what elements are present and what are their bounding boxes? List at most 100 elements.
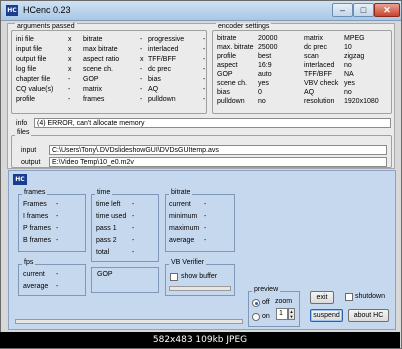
gop-label: GOP (97, 271, 113, 278)
suspend-button[interactable]: suspend (310, 309, 343, 322)
field-value: 16:9 (258, 62, 272, 69)
field-label: AQ (304, 89, 315, 96)
field-value: - (132, 249, 135, 256)
field-value: - (56, 225, 59, 232)
field-label: B frames (23, 237, 52, 244)
field-label: bias (217, 89, 230, 96)
field-value: - (56, 201, 59, 208)
field-label: bitrate (217, 35, 237, 42)
field-label: resolution (304, 98, 335, 105)
field-value: yes (344, 80, 355, 87)
field-value: - (140, 46, 143, 53)
field-value: NA (344, 71, 354, 78)
field-label: matrix (304, 35, 324, 42)
preview-on-radio[interactable] (252, 313, 260, 321)
about-hc-button[interactable]: about HC (348, 309, 389, 322)
field-value: no (344, 62, 352, 69)
field-label: average (23, 283, 49, 290)
encoder-title: encoder settings (216, 23, 272, 30)
field-label: frames (83, 96, 105, 103)
field-label: current (169, 201, 191, 208)
show-buffer-label: show buffer (181, 273, 218, 280)
input-file-field: C:\Users\Tony\.DVDslideshowGUI\DVDsGUIte… (49, 145, 387, 155)
maximize-button[interactable]: □ (353, 3, 374, 17)
field-label: ini file (16, 36, 34, 43)
input-label: input (21, 147, 37, 154)
field-value: - (203, 86, 206, 93)
field-value: - (140, 66, 143, 73)
field-label: pulldown (217, 98, 245, 105)
field-label: maximum (169, 225, 200, 232)
encode-progress-bar (15, 319, 243, 324)
show-buffer-checkbox[interactable] (170, 273, 178, 281)
field-value: - (68, 96, 71, 103)
field-label: progressive (148, 36, 185, 43)
field-label: average (169, 237, 195, 244)
bitrate-title: bitrate (169, 189, 193, 196)
field-label: dc prec (304, 44, 327, 51)
vb-verifier-title: VB Verifier (169, 259, 207, 266)
field-value: x (140, 56, 144, 63)
field-label: interlaced (304, 62, 335, 69)
field-label: pass 1 (96, 225, 117, 232)
field-value: - (203, 76, 206, 83)
files-title: files (15, 129, 32, 136)
preview-off-radio[interactable] (252, 299, 260, 307)
field-value: 10 (344, 44, 352, 51)
field-value: 25000 (258, 44, 278, 51)
field-value: - (140, 86, 143, 93)
field-label: GOP (217, 71, 233, 78)
field-label: minimum (169, 213, 198, 220)
field-value: MPEG (344, 35, 365, 42)
field-value: - (68, 76, 71, 83)
field-label: Frames (23, 201, 47, 208)
field-label: P frames (23, 225, 51, 232)
preview-on-label: on (262, 313, 270, 320)
field-value: no (344, 89, 352, 96)
field-value: - (140, 96, 143, 103)
frames-title: frames (22, 189, 48, 196)
field-label: time used (96, 213, 127, 220)
field-label: aspect ratio (83, 56, 120, 63)
field-value: - (132, 225, 135, 232)
field-value: yes (258, 80, 269, 87)
field-value: auto (258, 71, 272, 78)
field-label: dc prec (148, 66, 171, 73)
shutdown-label: shutdown (355, 293, 385, 300)
field-label: bitrate (83, 36, 103, 43)
shutdown-checkbox[interactable] (345, 293, 353, 301)
minimize-button[interactable]: – (332, 3, 353, 17)
field-value: 0 (258, 89, 262, 96)
field-value: - (132, 237, 135, 244)
field-label: scan (304, 53, 319, 60)
field-value: best (258, 53, 272, 60)
output-file-field: E:\Video Temp\10_e0.m2v (49, 157, 387, 167)
field-value: - (203, 46, 206, 53)
field-value: 1920x1080 (344, 98, 379, 105)
close-button[interactable]: ✕ (374, 3, 400, 17)
field-value: - (204, 225, 207, 232)
field-label: interlaced (148, 46, 179, 53)
field-label: CQ value(s) (16, 86, 54, 93)
field-label: scene ch. (217, 80, 247, 87)
field-label: aspect (217, 62, 238, 69)
field-value: - (132, 201, 135, 208)
field-value: - (203, 56, 206, 63)
zoom-input[interactable]: 1 (276, 308, 288, 320)
field-value: - (203, 96, 206, 103)
field-label: VBV check (304, 80, 339, 87)
field-label: profile (16, 96, 36, 103)
window-title: HCenc 0.23 (23, 5, 71, 15)
app-icon: HC (6, 5, 18, 16)
exit-button[interactable]: exit (310, 291, 334, 304)
field-value: - (56, 271, 59, 278)
field-label: GOP (83, 76, 99, 83)
field-label: pass 2 (96, 237, 117, 244)
zoom-stepper[interactable]: ▲ ▼ (288, 308, 295, 320)
field-label: chapter file (16, 76, 51, 83)
hcenc-window: HC HCenc 0.23 – □ ✕ arguments passed ini… (0, 0, 402, 349)
title-bar[interactable]: HC HCenc 0.23 – □ ✕ (1, 1, 401, 21)
field-value: - (56, 283, 59, 290)
preview-off-label: off (262, 299, 270, 306)
output-label: output (21, 159, 41, 166)
